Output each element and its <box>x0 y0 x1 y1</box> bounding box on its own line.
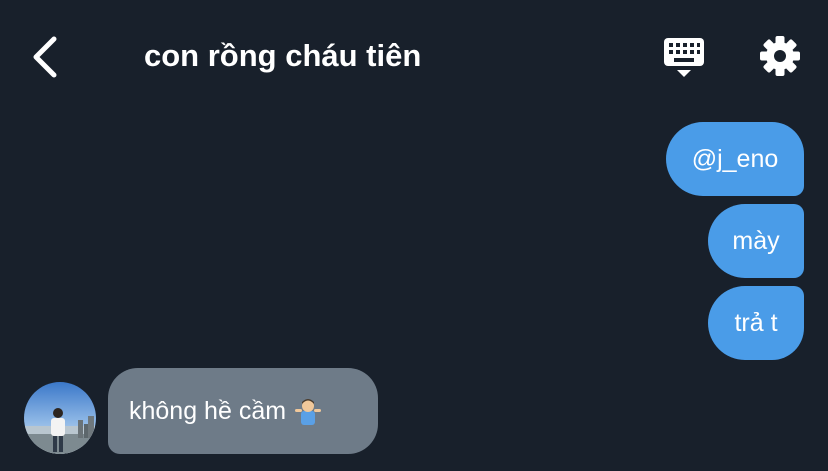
keyboard-toggle-button[interactable] <box>660 34 708 82</box>
chat-title: con rồng cháu tiên <box>144 38 422 73</box>
chevron-left-icon <box>33 36 57 78</box>
message-text: mày <box>732 227 780 255</box>
message-text: @j_eno <box>691 145 779 173</box>
outgoing-message[interactable]: trả t <box>708 286 804 360</box>
outgoing-message[interactable]: @j_eno <box>666 122 804 196</box>
back-button[interactable] <box>22 30 70 82</box>
gear-icon <box>760 36 800 76</box>
incoming-message[interactable]: không hề cầm <box>108 368 378 454</box>
outgoing-message[interactable]: mày <box>708 204 804 278</box>
message-text: không hề cầm <box>129 397 287 425</box>
message-text: trả t <box>734 309 778 337</box>
avatar-photo <box>24 382 96 454</box>
avatar[interactable] <box>24 382 96 454</box>
settings-button[interactable] <box>756 34 804 78</box>
keyboard-icon <box>664 38 704 77</box>
chat-screen: con rồng cháu tiên @j_eno mày trả t khôn… <box>0 0 828 471</box>
chat-header: con rồng cháu tiên <box>0 0 828 112</box>
person-shrugging-emoji <box>295 397 322 425</box>
